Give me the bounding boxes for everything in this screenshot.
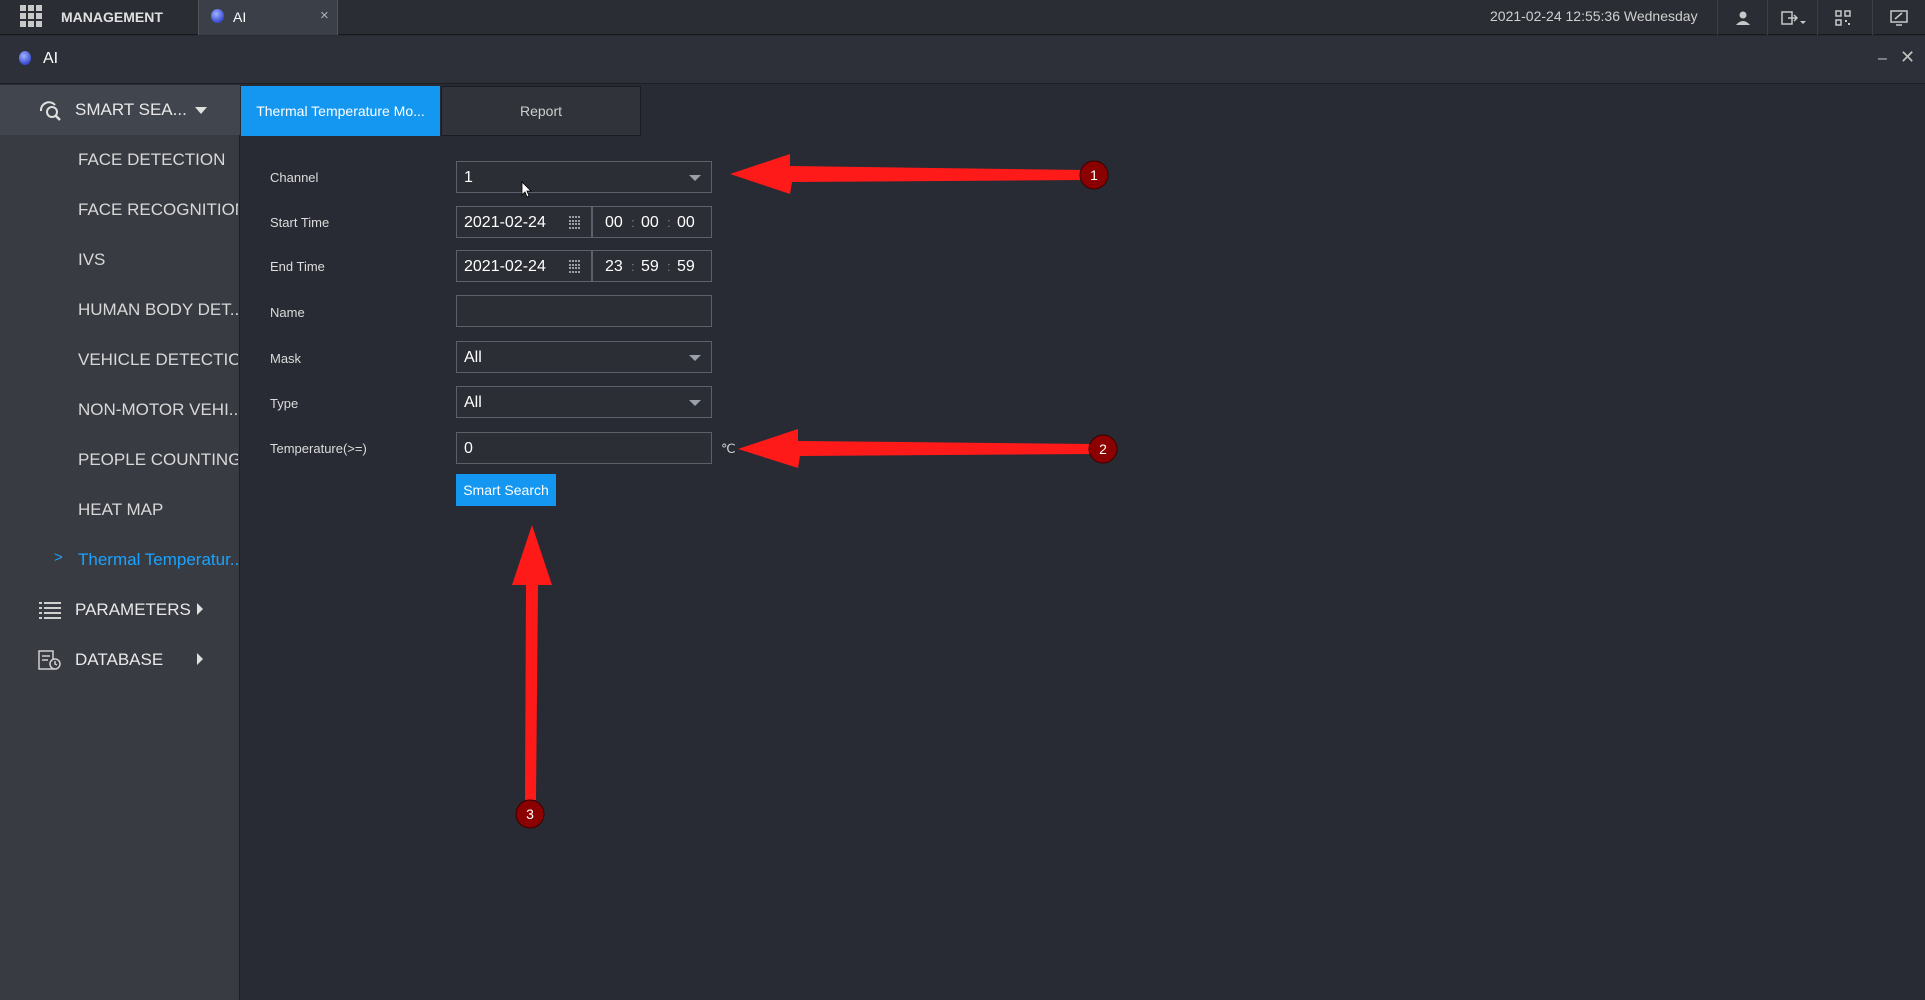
sidebar-parameters[interactable]: PARAMETERS [0,585,240,635]
annotation-overlay: 1 2 3 [512,154,1118,829]
mask-select[interactable]: All [456,341,712,373]
temperature-unit: ℃ [721,441,736,456]
tab-ai[interactable]: AI × [198,0,338,35]
sidebar-item-label: Thermal Temperatur... [78,550,238,569]
sidebar-item-face-recognition[interactable]: FACE RECOGNITION [0,185,240,235]
database-icon [38,650,61,670]
annotation-arrow-2: 2 [738,429,1118,468]
start-minute[interactable]: 00 [641,214,659,232]
ai-orb-icon [19,51,31,65]
ai-orb-icon [211,9,224,23]
management-label[interactable]: MANAGEMENT [61,9,163,25]
sidebar-item-label: FACE DETECTION [78,150,226,169]
end-hour[interactable]: 23 [605,258,623,276]
mouse-cursor-icon [521,181,532,198]
tab-ai-label: AI [233,9,247,25]
window-title: AI [43,50,59,67]
annotation-label-3: 3 [526,806,534,822]
top-bar: MANAGEMENT AI × 2021-02-24 12:55:36 Wedn… [0,0,1925,35]
caret-right-icon [197,653,203,665]
channel-label: Channel [270,170,319,185]
smart-search-icon [39,101,61,121]
end-time-label: End Time [270,259,325,274]
end-second[interactable]: 59 [677,258,695,276]
caret-down-icon [195,107,207,114]
monitor-icon[interactable] [1872,0,1925,35]
sidebar-database[interactable]: DATABASE [0,635,240,685]
sidebar-item-label: HEAT MAP [78,500,164,519]
list-icon [39,602,61,619]
system-datetime: 2021-02-24 12:55:36 Wednesday [1490,8,1698,24]
channel-value: 1 [464,169,473,186]
start-date-value: 2021-02-24 [464,214,546,231]
dropdown-arrow-icon [689,400,701,406]
end-time-input[interactable]: 23 : 59 : 59 [592,250,712,282]
chevron-right-icon: > [54,549,63,566]
mask-value: All [464,349,482,366]
time-separator: : [631,215,635,230]
temperature-value: 0 [464,440,473,457]
dropdown-arrow-icon [689,175,701,181]
sidebar-item-thermal-temperature[interactable]: > Thermal Temperatur... [0,535,240,585]
name-input[interactable] [456,295,712,327]
sidebar-item-label: VEHICLE DETECTION [78,350,238,369]
annotation-label-2: 2 [1099,441,1107,457]
sidebar-item-label: PEOPLE COUNTING [78,450,238,469]
end-minute[interactable]: 59 [641,258,659,276]
calendar-icon[interactable] [569,260,583,273]
sidebar-item-human-body[interactable]: HUMAN BODY DET... [0,285,240,335]
start-time-label: Start Time [270,215,330,230]
sidebar-item-label: FACE RECOGNITION [78,200,238,219]
sidebar-smart-search-label: SMART SEA... [75,100,187,119]
start-date-picker[interactable]: 2021-02-24 [456,206,592,238]
sidebar-item-heat-map[interactable]: HEAT MAP [0,485,240,535]
sidebar-item-label: IVS [78,250,106,269]
logout-icon[interactable] [1767,0,1817,35]
smart-search-button[interactable]: Smart Search [456,474,556,506]
close-window-icon[interactable]: ✕ [1900,47,1915,68]
sidebar-item-vehicle-detection[interactable]: VEHICLE DETECTION [0,335,240,385]
sidebar-item-face-detection[interactable]: FACE DETECTION [0,135,240,185]
type-label: Type [270,396,299,411]
temperature-label: Temperature(>=) [270,441,367,456]
end-date-value: 2021-02-24 [464,258,546,275]
sidebar-item-label: NON-MOTOR VEHI... [78,400,238,419]
name-label: Name [270,305,305,320]
type-select[interactable]: All [456,386,712,418]
tab-report[interactable]: Report [441,86,641,136]
annotation-arrow-1: 1 [730,154,1109,194]
sidebar-database-label: DATABASE [75,650,164,669]
annotation-label-1: 1 [1090,167,1098,183]
time-separator: : [667,259,671,274]
close-tab-icon[interactable]: × [320,7,329,24]
sidebar-smart-search[interactable]: SMART SEA... [0,85,240,135]
type-value: All [464,394,482,411]
temperature-input[interactable]: 0 [456,432,712,464]
dropdown-arrow-icon [689,355,701,361]
sidebar-item-non-motor[interactable]: NON-MOTOR VEHI... [0,385,240,435]
start-hour[interactable]: 00 [605,214,623,232]
minimize-icon[interactable]: – [1878,50,1887,68]
user-icon[interactable] [1717,0,1767,35]
time-separator: : [667,215,671,230]
sidebar-parameters-label: PARAMETERS [75,600,191,619]
start-second[interactable]: 00 [677,214,695,232]
sidebar-item-people-counting[interactable]: PEOPLE COUNTING [0,435,240,485]
window-titlebar: AI – ✕ [0,36,1925,84]
calendar-icon[interactable] [569,216,583,229]
apps-grid-icon[interactable] [20,5,42,27]
end-date-picker[interactable]: 2021-02-24 [456,250,592,282]
sidebar-item-ivs[interactable]: IVS [0,235,240,285]
qr-code-icon[interactable] [1817,0,1867,35]
start-time-input[interactable]: 00 : 00 : 00 [592,206,712,238]
sidebar-item-label: HUMAN BODY DET... [78,300,238,319]
tab-thermal-temperature[interactable]: Thermal Temperature Mo... [241,86,440,136]
caret-right-icon [197,603,203,615]
channel-select[interactable]: 1 [456,161,712,193]
annotation-arrow-3: 3 [512,525,552,829]
sidebar: SMART SEA... FACE DETECTION FACE RECOGNI… [0,85,240,1000]
mask-label: Mask [270,351,302,366]
time-separator: : [631,259,635,274]
